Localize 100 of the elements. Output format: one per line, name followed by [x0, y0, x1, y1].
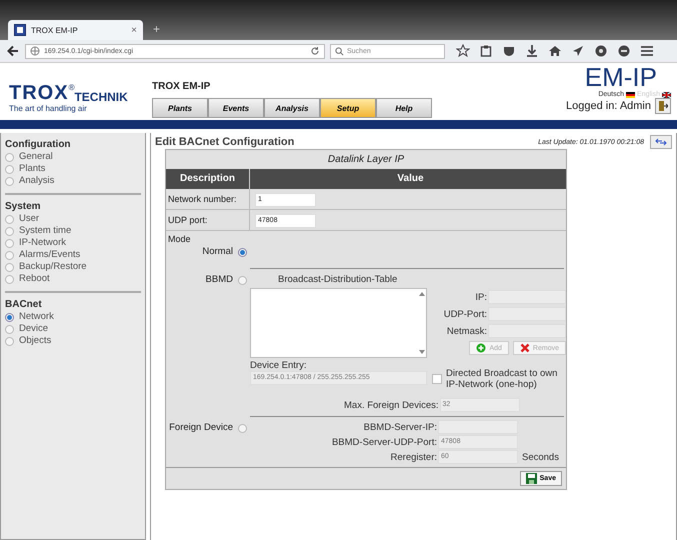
- radio-button[interactable]: [238, 424, 247, 433]
- nav-tab[interactable]: Help: [376, 98, 432, 118]
- sidebar-item-label: General: [19, 151, 53, 163]
- column-header: Description: [166, 169, 250, 189]
- clipboard-icon[interactable]: [479, 44, 493, 58]
- nav-tab[interactable]: Events: [208, 98, 264, 118]
- field-label: IP:: [475, 292, 487, 302]
- radio-button[interactable]: [5, 226, 14, 236]
- reload-icon[interactable]: [310, 46, 320, 56]
- table-cell: UDP port:: [166, 210, 250, 230]
- section-label: Broadcast-Distribution-Table: [277, 274, 398, 285]
- sidebar-item[interactable]: Network: [5, 311, 141, 323]
- field-label: BBMD-Server-IP:: [364, 422, 437, 432]
- sidebar-item-label: Backup/Restore: [19, 261, 87, 273]
- field-label: Device Entry:: [250, 360, 308, 371]
- radio-button[interactable]: [5, 274, 14, 284]
- close-icon[interactable]: ×: [131, 24, 137, 36]
- radio-button[interactable]: [5, 164, 14, 174]
- logo-wordmark: TROX: [9, 83, 69, 103]
- arrow-down-icon[interactable]: [419, 350, 425, 354]
- back-icon[interactable]: [6, 44, 20, 58]
- shield-icon[interactable]: [502, 44, 516, 58]
- download-icon[interactable]: [525, 44, 539, 58]
- new-tab-button[interactable]: +: [147, 22, 166, 40]
- radio-button[interactable]: [5, 312, 14, 322]
- nav-tab[interactable]: Setup: [320, 98, 376, 118]
- radio-button[interactable]: [238, 276, 247, 285]
- table-cell: Network number:: [166, 189, 250, 209]
- sidebar-item-label: IP-Network: [19, 237, 66, 249]
- logo-suffix: TECHNIK: [74, 90, 128, 104]
- sidebar-item-label: Objects: [19, 335, 52, 347]
- mode-label: Foreign Device: [169, 422, 233, 433]
- mode-label: Normal: [202, 246, 233, 257]
- radio-button[interactable]: [5, 238, 14, 248]
- checkbox-label: Directed Broadcast to own IP-Network (one-hop): [446, 368, 558, 390]
- sidebar-item[interactable]: General: [5, 151, 141, 163]
- refresh-button[interactable]: [650, 135, 672, 149]
- sidebar-item-label: Analysis: [19, 175, 54, 187]
- sidebar-heading: BACnet: [5, 299, 43, 310]
- menu-icon[interactable]: [640, 44, 654, 58]
- sidebar-item-label: User: [19, 213, 40, 225]
- radio-button[interactable]: [5, 262, 14, 272]
- radio-button[interactable]: [5, 152, 14, 162]
- plus-icon: [476, 343, 486, 353]
- swap-arrows-icon: [655, 138, 667, 146]
- sidebar-item[interactable]: System time: [5, 225, 141, 237]
- sidebar-item-label: Plants: [19, 163, 46, 175]
- radio-button[interactable]: [5, 214, 14, 224]
- sidebar-heading: System: [5, 201, 42, 212]
- site-icon: [14, 24, 26, 36]
- sidebar-item-label: Device: [19, 323, 48, 335]
- sidebar-item[interactable]: Reboot: [5, 273, 141, 285]
- page-title: Edit BACnet Configuration: [155, 136, 296, 148]
- send-icon[interactable]: [571, 44, 585, 58]
- field-label: Netmask:: [446, 326, 487, 336]
- column-header: Value: [396, 172, 425, 186]
- search-icon: [335, 46, 344, 56]
- sidebar-item[interactable]: Objects: [5, 335, 141, 347]
- logo-tagline: The art of handling air: [9, 104, 88, 113]
- sidebar-heading: Configuration: [5, 139, 72, 150]
- sidebar-item[interactable]: IP-Network: [5, 237, 141, 249]
- arrow-up-icon[interactable]: [419, 292, 425, 296]
- sidebar-item[interactable]: Device: [5, 323, 141, 335]
- sidebar-item[interactable]: Alarms/Events: [5, 249, 141, 261]
- sidebar-item-label: Alarms/Events: [19, 249, 80, 261]
- radio-button[interactable]: [5, 176, 14, 186]
- star-icon[interactable]: [456, 44, 470, 58]
- registered-mark: ®: [68, 83, 74, 92]
- radio-button[interactable]: [5, 336, 14, 346]
- logout-button[interactable]: [655, 98, 671, 114]
- flag-icon[interactable]: [662, 92, 671, 98]
- radio-button[interactable]: [238, 248, 247, 257]
- table-title: Datalink Layer IP: [326, 153, 406, 167]
- sidebar-item-label: System time: [19, 225, 72, 237]
- browser-tab[interactable]: TROX EM-IP ×: [8, 20, 143, 40]
- sidebar-item[interactable]: Analysis: [5, 175, 141, 187]
- flag-icon[interactable]: [626, 92, 636, 98]
- field-label: Max. Foreign Devices:: [344, 400, 439, 410]
- radio-button[interactable]: [5, 250, 14, 260]
- sidebar-item[interactable]: Plants: [5, 163, 141, 175]
- sidebar-item[interactable]: User: [5, 213, 141, 225]
- sidebar-item-label: Reboot: [19, 273, 50, 285]
- mode-label: BBMD: [206, 274, 233, 285]
- product-title: EM-IP: [584, 63, 657, 91]
- mode-label: Mode: [167, 233, 192, 244]
- radio-button[interactable]: [5, 324, 14, 334]
- door-icon: [658, 100, 668, 112]
- nav-tab[interactable]: Plants: [152, 98, 208, 118]
- globe-icon: [30, 46, 40, 56]
- nav-tab[interactable]: Analysis: [264, 98, 320, 118]
- logged-in-text: Logged in: Admin: [566, 100, 651, 112]
- field-label: UDP-Port:: [444, 308, 487, 320]
- sidebar-item-label: Network: [19, 311, 54, 323]
- home-icon[interactable]: [548, 44, 562, 58]
- unit-label: Seconds: [522, 452, 559, 462]
- tab-title: TROX EM-IP: [31, 26, 79, 34]
- close-icon: [520, 343, 530, 353]
- field-label: BBMD-Server-UDP-Port:: [332, 436, 437, 448]
- field-label: Reregister:: [390, 452, 437, 462]
- sidebar-item[interactable]: Backup/Restore: [5, 261, 141, 273]
